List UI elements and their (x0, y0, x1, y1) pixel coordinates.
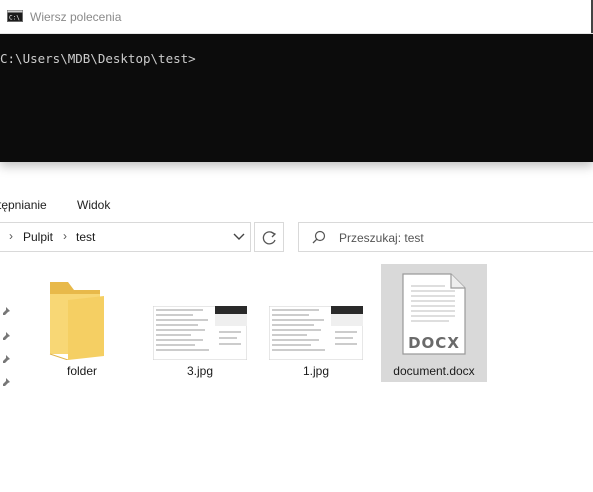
search-box[interactable]: Przeszukaj: test (298, 222, 593, 252)
file-name: 1.jpg (302, 364, 330, 378)
address-bar[interactable]: › Pulpit › test (0, 222, 251, 252)
search-placeholder: Przeszukaj: test (339, 231, 424, 245)
tab-share[interactable]: tępnianie (0, 198, 47, 212)
docx-badge: DOCX (408, 334, 460, 352)
pin-icon[interactable] (2, 332, 11, 341)
window-title: Wiersz polecenia (30, 10, 122, 24)
pin-icon[interactable] (2, 307, 11, 316)
chevron-down-icon[interactable] (233, 232, 245, 242)
file-name: document.docx (393, 364, 475, 378)
refresh-button[interactable] (254, 222, 284, 252)
breadcrumb-desktop[interactable]: Pulpit (23, 230, 53, 244)
address-row: › Pulpit › test Przeszukaj: test (0, 222, 593, 256)
breadcrumb-test[interactable]: test (76, 230, 95, 244)
svg-text:C:\: C:\ (9, 15, 20, 22)
console-icon: C:\ (7, 10, 23, 22)
ribbon-tabs: tępnianie Widok (0, 192, 593, 218)
console-prompt[interactable]: C:\Users\MDB\Desktop\test> (0, 51, 196, 66)
folder-icon (49, 282, 104, 360)
image-thumbnail (269, 306, 363, 360)
file-item-folder[interactable]: folder (34, 270, 130, 392)
pin-icon[interactable] (2, 378, 11, 387)
file-item-document-docx[interactable]: DOCX document.docx (381, 270, 487, 392)
image-thumbnail (153, 306, 247, 360)
file-name: 3.jpg (186, 364, 214, 378)
file-item-1jpg[interactable]: 1.jpg (268, 270, 364, 392)
tab-view[interactable]: Widok (77, 198, 110, 212)
file-item-3jpg[interactable]: 3.jpg (152, 270, 248, 392)
file-name: folder (66, 364, 98, 378)
command-prompt-window[interactable]: C:\ Wiersz polecenia C:\Users\MDB\Deskto… (0, 0, 593, 162)
cmd-titlebar[interactable]: C:\ Wiersz polecenia (0, 0, 593, 34)
breadcrumb-separator-icon: › (63, 229, 67, 243)
search-icon (312, 230, 326, 244)
pin-icon[interactable] (2, 355, 11, 364)
breadcrumb-separator-icon: › (9, 229, 13, 243)
refresh-icon (262, 231, 277, 245)
